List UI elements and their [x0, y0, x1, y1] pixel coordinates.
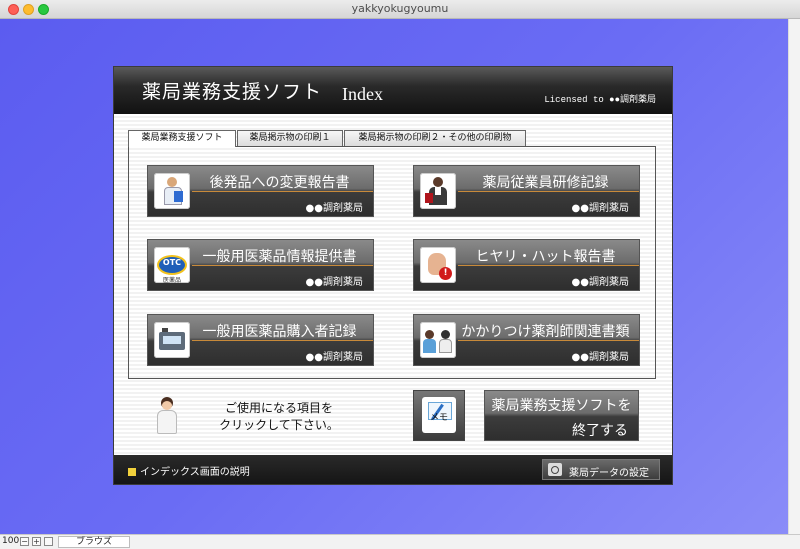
otc-icon-subtext: 医薬品	[162, 277, 181, 284]
pharmacy-name: ●●調剤薬局	[305, 277, 363, 288]
menu-label: 後発品への変更報告書	[209, 175, 350, 191]
pharmacy-settings-button[interactable]: 薬局データの設定	[542, 459, 660, 480]
otc-icon: OTC 医薬品	[154, 247, 190, 284]
app-title: 薬局業務支援ソフト	[142, 81, 323, 103]
memo-button[interactable]: メモ	[413, 390, 465, 441]
zoom-out-button[interactable]: −	[20, 537, 29, 546]
window-title: yakkyokugyoumu	[351, 2, 449, 15]
pharmacy-name: ●●調剤薬局	[571, 203, 629, 214]
instruction-text: ご使用になる項目を クリックして下さい。	[199, 400, 359, 434]
index-help-link[interactable]: インデックス画面の説明	[128, 463, 250, 478]
index-panel: 薬局業務支援ソフト Index Licensed to ●●調剤薬局 薬局業務支…	[114, 67, 672, 484]
divider	[192, 191, 373, 192]
pharmacy-name: ●●調剤薬局	[305, 352, 363, 363]
footer-bar: インデックス画面の説明 薬局データの設定	[114, 455, 672, 484]
quit-app-button[interactable]: 薬局業務支援ソフトを 終了する	[484, 390, 639, 441]
toggle-toolbar-button[interactable]	[44, 537, 53, 546]
pharmacy-name: ●●調剤薬局	[571, 277, 629, 288]
index-label: Index	[342, 84, 383, 104]
guide-person-icon	[154, 397, 180, 435]
memo-icon: メモ	[422, 397, 456, 433]
otc-info-sheet-button[interactable]: OTC 医薬品 一般用医薬品情報提供書 ●●調剤薬局	[147, 239, 374, 291]
license-label: Licensed to ●●調剤薬局	[544, 95, 656, 105]
pharmacy-name: ●●調剤薬局	[571, 352, 629, 363]
vertical-scrollbar[interactable]	[788, 19, 800, 534]
pharmacist-icon	[154, 173, 190, 209]
index-help-label: インデックス画面の説明	[140, 467, 250, 478]
mode-indicator[interactable]: ブラウズ	[58, 536, 130, 548]
divider	[192, 265, 373, 266]
tab-support-software[interactable]: 薬局業務支援ソフト	[128, 130, 236, 147]
staff-icon	[420, 173, 456, 209]
menu-label: ヒヤリ・ハット報告書	[475, 249, 616, 265]
menu-label: 薬局従業員研修記録	[482, 175, 609, 191]
zoom-in-button[interactable]: +	[32, 537, 41, 546]
register-icon	[154, 322, 190, 358]
window-titlebar: yakkyokugyoumu	[0, 0, 800, 19]
tab-print-2[interactable]: 薬局掲示物の印刷２・その他の印刷物	[344, 130, 526, 146]
warning-badge-icon: !	[439, 267, 452, 280]
consultation-icon	[420, 322, 456, 358]
menu-label: かかりつけ薬剤師関連書類	[461, 324, 630, 340]
help-square-icon	[128, 468, 136, 476]
instruction-line-2: クリックして下さい。	[219, 418, 339, 432]
quit-label-line-2: 終了する	[572, 423, 628, 439]
status-bar: 100 − + ブラウズ	[0, 534, 800, 549]
menu-label: 一般用医薬品購入者記録	[202, 324, 357, 340]
divider	[458, 340, 639, 341]
menu-label: 一般用医薬品情報提供書	[202, 249, 357, 265]
generic-change-report-button[interactable]: 後発品への変更報告書 ●●調剤薬局	[147, 165, 374, 217]
divider	[458, 191, 639, 192]
pharmacy-name: ●●調剤薬局	[305, 203, 363, 214]
instruction-line-1: ご使用になる項目を	[224, 401, 333, 415]
near-miss-report-button[interactable]: ! ヒヤリ・ハット報告書 ●●調剤薬局	[413, 239, 640, 291]
otc-icon-text: OTC	[162, 258, 182, 267]
memo-label: メモ	[429, 413, 448, 423]
tab-print-1[interactable]: 薬局掲示物の印刷１	[237, 130, 343, 146]
zoom-level: 100	[2, 536, 20, 546]
settings-icon	[548, 463, 562, 476]
pharmacy-settings-label: 薬局データの設定	[569, 468, 649, 479]
header-bar: 薬局業務支援ソフト Index Licensed to ●●調剤薬局	[114, 67, 672, 114]
divider	[458, 265, 639, 266]
quit-label-line-1: 薬局業務支援ソフトを	[491, 398, 632, 414]
divider	[192, 340, 373, 341]
staff-training-record-button[interactable]: 薬局従業員研修記録 ●●調剤薬局	[413, 165, 640, 217]
family-pharmacist-documents-button[interactable]: かかりつけ薬剤師関連書類 ●●調剤薬局	[413, 314, 640, 366]
hand-warning-icon: !	[420, 247, 456, 283]
otc-purchaser-record-button[interactable]: 一般用医薬品購入者記録 ●●調剤薬局	[147, 314, 374, 366]
